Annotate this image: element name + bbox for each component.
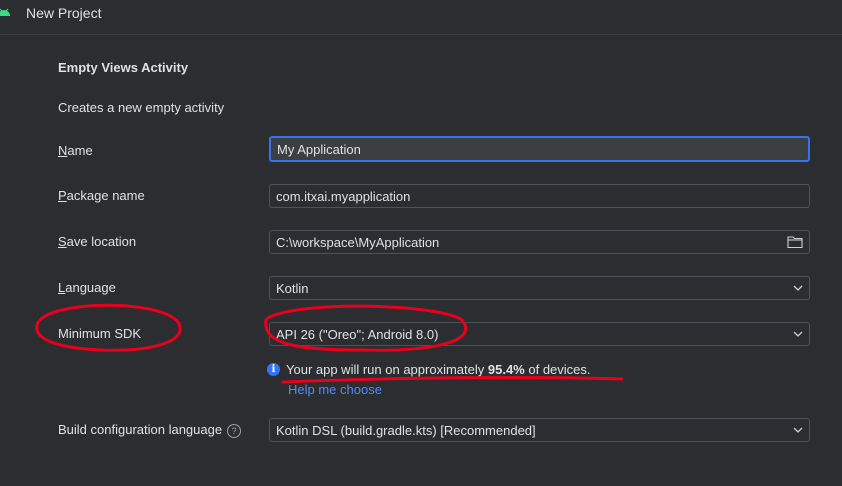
minimum-sdk-dropdown[interactable]: API 26 ("Oreo"; Android 8.0): [269, 322, 810, 346]
chevron-down-icon: [793, 427, 803, 433]
info-icon: i: [267, 363, 280, 376]
save-location-field[interactable]: C:\workspace\MyApplication: [269, 230, 810, 254]
package-name-value: com.itxai.myapplication: [276, 188, 411, 204]
language-value: Kotlin: [276, 280, 309, 296]
save-location-label: Save location: [58, 234, 137, 249]
build-config-language-value: Kotlin DSL (build.gradle.kts) [Recommend…: [276, 422, 536, 438]
help-me-choose-link[interactable]: Help me choose: [288, 382, 382, 397]
template-heading: Empty Views Activity: [58, 60, 189, 75]
minimum-sdk-value: API 26 ("Oreo"; Android 8.0): [276, 326, 439, 342]
android-icon: [0, 8, 10, 16]
chevron-down-icon: [793, 331, 803, 337]
build-config-language-dropdown[interactable]: Kotlin DSL (build.gradle.kts) [Recommend…: [269, 418, 810, 442]
title-bar: New Project: [0, 0, 842, 28]
save-location-value: C:\workspace\MyApplication: [276, 234, 440, 250]
name-field[interactable]: [269, 136, 810, 162]
name-label: Name: [58, 143, 93, 158]
name-input[interactable]: [277, 141, 802, 157]
help-icon[interactable]: ?: [227, 423, 242, 438]
language-dropdown[interactable]: Kotlin: [269, 276, 810, 300]
minimum-sdk-label: Minimum SDK: [58, 326, 142, 341]
chevron-down-icon: [793, 285, 803, 291]
package-name-label: Package name: [58, 188, 145, 203]
language-label: Language: [58, 280, 116, 295]
new-project-form: Empty Views Activity Creates a new empty…: [0, 34, 842, 486]
build-config-language-label: Build configuration language?: [58, 422, 242, 438]
window-title: New Project: [26, 5, 102, 21]
coverage-percent: 95.4%: [487, 362, 525, 377]
device-coverage-info: i Your app will run on approximately 95.…: [267, 362, 591, 377]
template-description: Creates a new empty activity: [58, 100, 225, 115]
package-name-field[interactable]: com.itxai.myapplication: [269, 184, 810, 208]
folder-icon[interactable]: [787, 235, 803, 249]
